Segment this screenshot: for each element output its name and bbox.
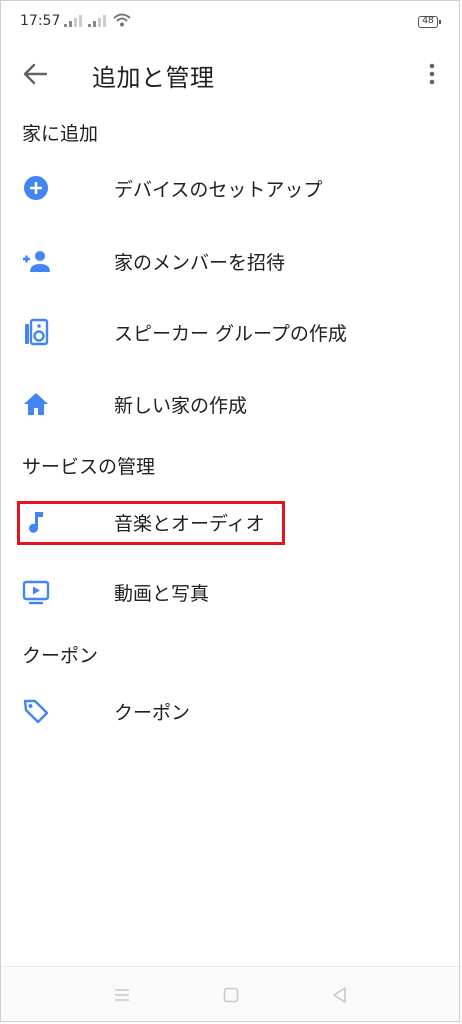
section-heading-manage-services: サービスの管理	[22, 456, 156, 478]
menu-item-device-setup[interactable]: デバイスのセットアップ	[0, 158, 462, 220]
status-time: 17:57	[20, 13, 61, 29]
highlight-box	[17, 501, 285, 545]
signal-icon-2	[88, 15, 106, 27]
status-bar: 17:57 48	[0, 0, 462, 44]
home-icon	[24, 393, 48, 415]
more-vert-icon[interactable]	[424, 62, 440, 86]
signal-icon	[64, 15, 82, 27]
section-heading-add-to-home: 家に追加	[22, 123, 99, 145]
system-nav-bar	[0, 966, 462, 1023]
battery-icon: 48	[418, 16, 441, 28]
menu-item-coupons[interactable]: クーポン	[0, 681, 462, 743]
menu-item-new-home[interactable]: 新しい家の作成	[0, 374, 462, 436]
menu-item-label: クーポン	[114, 702, 191, 724]
menu-nav-icon[interactable]	[112, 985, 132, 1005]
menu-item-invite-member[interactable]: 家のメンバーを招待	[0, 231, 462, 293]
arrow-back-icon[interactable]	[22, 62, 48, 86]
add-circle-icon	[24, 176, 48, 200]
menu-item-label: 新しい家の作成	[114, 395, 248, 417]
home-nav-icon[interactable]	[221, 985, 241, 1005]
app-bar: 追加と管理	[0, 44, 462, 104]
section-heading-coupons: クーポン	[22, 645, 99, 667]
page-title: 追加と管理	[92, 64, 215, 92]
person-add-icon	[23, 251, 50, 272]
menu-item-speaker-group[interactable]: スピーカー グループの作成	[0, 302, 462, 364]
wifi-icon	[113, 13, 131, 27]
menu-item-label: 家のメンバーを招待	[114, 252, 286, 274]
video-icon	[22, 580, 50, 605]
speaker-group-icon	[25, 318, 49, 346]
menu-item-label: スピーカー グループの作成	[114, 323, 347, 345]
menu-item-label: デバイスのセットアップ	[114, 179, 323, 201]
menu-item-label: 動画と写真	[114, 583, 210, 605]
back-nav-icon[interactable]	[330, 985, 350, 1005]
menu-item-video-photos[interactable]: 動画と写真	[0, 562, 462, 624]
tag-icon	[23, 699, 49, 724]
